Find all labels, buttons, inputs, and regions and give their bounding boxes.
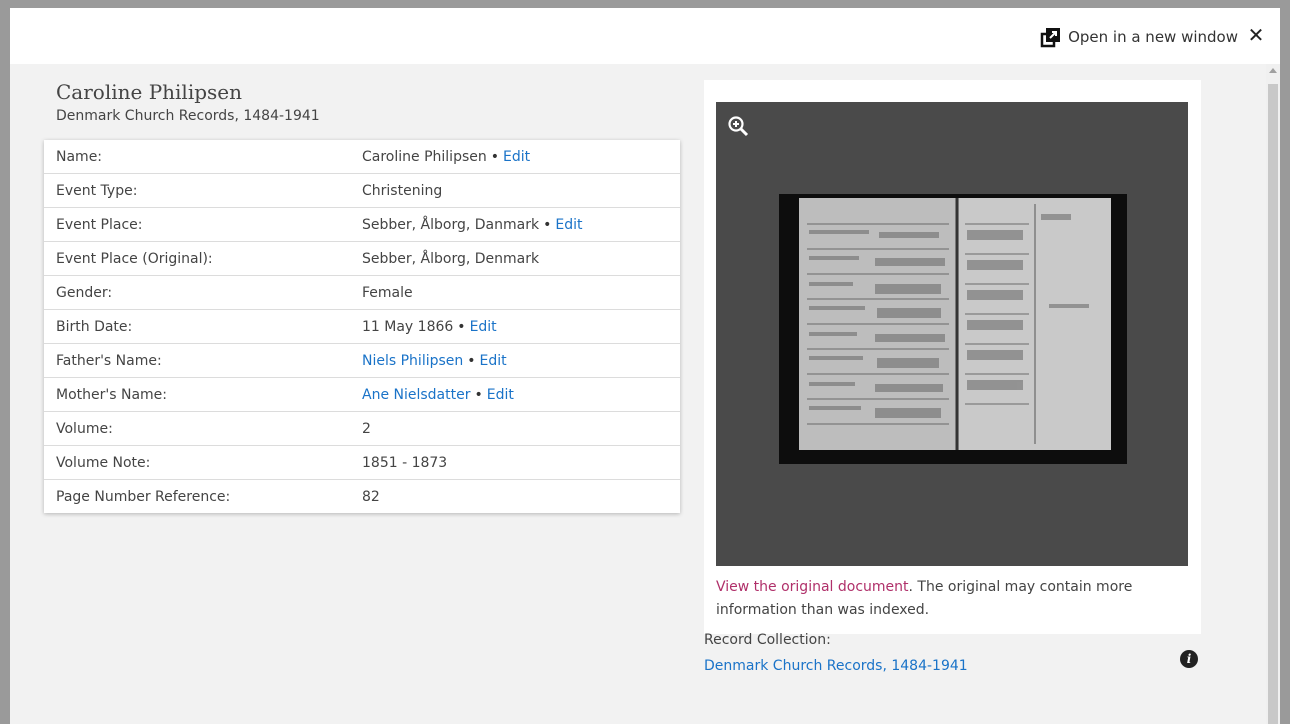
fact-label: Volume: [56, 420, 113, 437]
fact-value: Christening [362, 182, 443, 199]
bullet-separator: • [543, 216, 552, 233]
bullet-separator: • [474, 386, 483, 403]
bullet-separator: • [490, 148, 500, 165]
modal-scrollbar[interactable] [1266, 64, 1280, 724]
fact-label: Event Place (Original): [56, 250, 213, 267]
fact-row: Birth Date: 11 May 1866 • Edit [44, 310, 680, 344]
open-new-window-label: Open in a new window [1068, 28, 1238, 46]
fact-label: Father's Name: [56, 352, 162, 369]
fact-value-cell: Sebber, Ålborg, Denmark [362, 251, 680, 267]
fact-row: Father's Name: Niels Philipsen • Edit [44, 344, 680, 378]
bullet-separator: • [467, 352, 476, 369]
record-collection-link[interactable]: Denmark Church Records, 1484-1941 [704, 658, 968, 674]
edit-link[interactable]: Edit [503, 149, 530, 165]
edit-link[interactable]: Edit [487, 387, 514, 403]
fact-row: Event Place: Sebber, Ålborg, Danmark • Edit [44, 208, 680, 242]
facts-table: Name: Caroline Philipsen • Edit Event Type: C… [44, 140, 680, 513]
fact-value-cell: Christening [362, 183, 680, 199]
open-new-window-icon [1040, 28, 1061, 48]
info-icon[interactable]: i [1180, 650, 1198, 668]
fact-value-link[interactable]: Niels Philipsen [362, 353, 463, 369]
fact-label: Gender: [56, 284, 113, 301]
fact-label: Name: [56, 148, 103, 165]
fact-row: Gender: Female [44, 276, 680, 310]
fact-value: Female [362, 284, 413, 301]
fact-value-cell: 82 [362, 489, 680, 505]
fact-value: Caroline Philipsen [362, 148, 487, 165]
fact-value: 1851 - 1873 [362, 454, 448, 471]
open-new-window-button[interactable]: Open in a new window [1040, 26, 1238, 48]
fact-label: Page Number Reference: [56, 488, 231, 505]
zoom-in-icon[interactable] [726, 114, 750, 138]
fact-row: Event Type: Christening [44, 174, 680, 208]
fact-label: Event Type: [56, 182, 138, 199]
scroll-thumb[interactable] [1268, 84, 1278, 724]
document-thumbnail[interactable] [779, 194, 1127, 464]
fact-value-cell: 11 May 1866 • Edit [362, 319, 680, 335]
fact-label: Event Place: [56, 216, 143, 233]
fact-row: Name: Caroline Philipsen • Edit [44, 140, 680, 174]
record-collection-subtitle: Denmark Church Records, 1484-1941 [56, 108, 320, 124]
fact-value-cell: Niels Philipsen • Edit [362, 353, 680, 369]
fact-row: Mother's Name: Ane Nielsdatter • Edit [44, 378, 680, 412]
fact-value: 11 May 1866 [362, 318, 454, 335]
document-scan-image [799, 198, 1111, 450]
bullet-separator: • [457, 318, 466, 335]
fact-value-cell: Caroline Philipsen • Edit [362, 149, 680, 165]
fact-value: 82 [362, 488, 380, 505]
document-viewer[interactable] [716, 102, 1188, 566]
fact-label: Mother's Name: [56, 386, 167, 403]
fact-value-cell: Sebber, Ålborg, Danmark • Edit [362, 217, 680, 233]
fact-value-link[interactable]: Ane Nielsdatter [362, 387, 471, 403]
edit-link[interactable]: Edit [555, 217, 582, 233]
fact-value-cell: Female [362, 285, 680, 301]
edit-link[interactable]: Edit [470, 319, 497, 335]
fact-value-cell: Ane Nielsdatter • Edit [362, 387, 680, 403]
document-caption: View the original document. The original… [716, 576, 1188, 622]
fact-row: Event Place (Original): Sebber, Ålborg, D… [44, 242, 680, 276]
modal-header: Open in a new window ✕ [10, 8, 1280, 64]
document-image-card: View the original document. The original… [704, 80, 1201, 634]
view-original-document-link[interactable]: View the original document [716, 579, 909, 595]
fact-value-cell: 1851 - 1873 [362, 455, 680, 471]
close-icon: ✕ [1247, 23, 1265, 47]
scroll-up-arrow[interactable] [1269, 68, 1277, 73]
edit-link[interactable]: Edit [480, 353, 507, 369]
fact-value: Sebber, Ålborg, Danmark [362, 216, 540, 233]
fact-value: 2 [362, 420, 371, 437]
fact-label: Volume Note: [56, 454, 151, 471]
record-collection-label: Record Collection: [704, 632, 831, 648]
record-person-name: Caroline Philipsen [56, 80, 243, 104]
fact-label: Birth Date: [56, 318, 133, 335]
fact-value: Sebber, Ålborg, Denmark [362, 250, 540, 267]
fact-value-cell: 2 [362, 421, 680, 437]
fact-row: Page Number Reference: 82 [44, 480, 680, 513]
close-button[interactable]: ✕ [1246, 24, 1266, 46]
fact-row: Volume Note: 1851 - 1873 [44, 446, 680, 480]
fact-row: Volume: 2 [44, 412, 680, 446]
